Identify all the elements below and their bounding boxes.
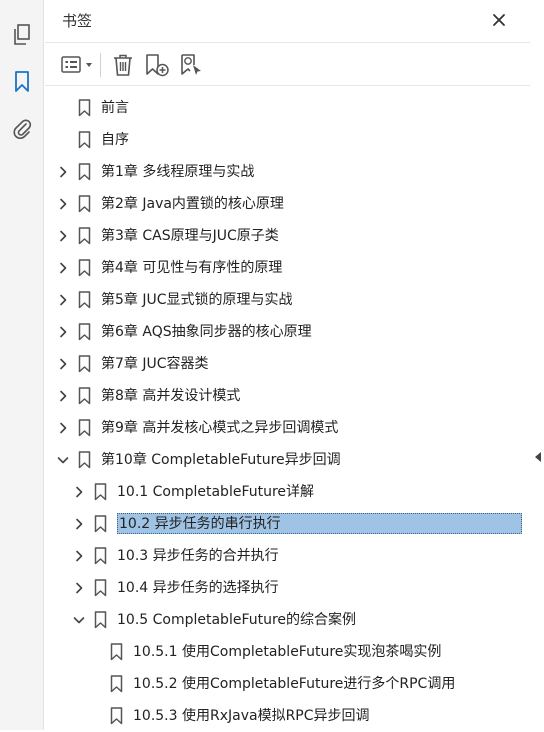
bookmark-label[interactable]: 第1章 多线程原理与实战 [101,163,254,181]
chevron-down-icon[interactable] [71,612,87,628]
chevron-right-icon[interactable] [55,260,71,276]
chevron-right-icon[interactable] [55,324,71,340]
bookmark-row[interactable]: 第7章 JUC容器类 [45,348,530,380]
new-bookmark-icon[interactable] [144,52,170,78]
bookmark-icon [109,707,123,725]
bookmark-label[interactable]: 10.5 CompletableFuture的综合案例 [117,611,356,629]
bookmark-icon [77,227,91,245]
scroll-arrow-icon[interactable] [535,452,541,462]
bookmark-row[interactable]: 10.5 CompletableFuture的综合案例 [45,604,530,636]
bookmark-icon[interactable] [10,70,34,94]
bookmark-icon [77,355,91,373]
bookmark-icon [93,515,107,533]
bookmark-row[interactable]: 10.1 CompletableFuture详解 [45,476,530,508]
bookmark-row[interactable]: 第4章 可见性与有序性的原理 [45,252,530,284]
chevron-right-icon[interactable] [71,548,87,564]
bookmark-label[interactable]: 第4章 可见性与有序性的原理 [101,259,282,277]
bookmark-label[interactable]: 10.1 CompletableFuture详解 [117,483,314,501]
bookmark-label[interactable]: 第8章 高并发设计模式 [101,387,240,405]
bookmarks-toolbar [45,42,530,86]
bookmark-row[interactable]: 第10章 CompletableFuture异步回调 [45,444,530,476]
bookmark-icon [93,611,107,629]
options-menu-icon[interactable] [61,52,95,78]
chevron-right-icon[interactable] [55,228,71,244]
bookmark-label[interactable]: 10.5.3 使用RxJava模拟RPC异步回调 [133,707,370,725]
bookmark-label[interactable]: 10.3 异步任务的合并执行 [117,547,279,565]
bookmark-icon [109,643,123,661]
bookmark-row[interactable]: 第9章 高并发核心模式之异步回调模式 [45,412,530,444]
panel-header: 书签 [45,0,530,42]
bookmark-label[interactable]: 第5章 JUC显式锁的原理与实战 [101,291,293,309]
chevron-right-icon[interactable] [55,356,71,372]
bookmark-label[interactable]: 第2章 Java内置锁的核心原理 [101,195,284,213]
bookmark-icon [109,675,123,693]
chevron-right-icon[interactable] [71,484,87,500]
bookmark-label[interactable]: 前言 [101,99,129,117]
chevron-right-icon[interactable] [55,388,71,404]
bookmark-label[interactable]: 10.5.2 使用CompletableFuture进行多个RPC调用 [133,675,455,693]
bookmark-row[interactable]: 前言 [45,92,530,124]
chevron-right-icon[interactable] [55,292,71,308]
bookmark-label[interactable]: 第9章 高并发核心模式之异步回调模式 [101,419,338,437]
chevron-down-icon[interactable] [55,452,71,468]
bookmark-icon [77,163,91,181]
toolbar-divider [100,53,101,77]
bookmark-icon [93,579,107,597]
navigation-rail [0,0,44,730]
bookmark-icon [77,451,91,469]
attachment-icon[interactable] [10,116,34,140]
chevron-right-icon[interactable] [55,196,71,212]
chevron-right-icon[interactable] [71,516,87,532]
bookmark-label[interactable]: 自序 [101,131,129,149]
bookmark-row[interactable]: 第8章 高并发设计模式 [45,380,530,412]
bookmark-row[interactable]: 10.5.3 使用RxJava模拟RPC异步回调 [45,700,530,732]
bookmark-tree: 前言自序第1章 多线程原理与实战第2章 Java内置锁的核心原理 第3章 CAS原… [45,92,530,732]
bookmark-row[interactable]: 第1章 多线程原理与实战 [45,156,530,188]
bookmark-row[interactable]: 10.3 异步任务的合并执行 [45,540,530,572]
bookmark-row[interactable]: 10.5.2 使用CompletableFuture进行多个RPC调用 [45,668,530,700]
pages-icon[interactable] [10,23,34,47]
bookmark-row[interactable]: 第6章 AQS抽象同步器的核心原理 [45,316,530,348]
chevron-right-icon[interactable] [55,420,71,436]
bookmark-icon [77,99,91,117]
bookmarks-panel: 书签 前言 自序 第1章 多线程原理与实战 第2章 Java内置锁的核心原理 第… [45,0,530,730]
bookmark-row[interactable]: 10.5.1 使用CompletableFuture实现泡茶喝实例 [45,636,530,668]
bookmark-label[interactable]: 第10章 CompletableFuture异步回调 [101,451,341,469]
bookmark-icon [77,291,91,309]
bookmark-label[interactable]: 10.5.1 使用CompletableFuture实现泡茶喝实例 [133,643,441,661]
bookmark-icon [77,419,91,437]
bookmark-row[interactable]: 第3章 CAS原理与JUC原子类 [45,220,530,252]
bookmark-row[interactable]: 10.2 异步任务的串行执行 [45,508,530,540]
close-icon[interactable] [488,9,510,31]
find-bookmark-icon[interactable] [179,52,205,78]
bookmark-icon [93,547,107,565]
chevron-right-icon[interactable] [55,164,71,180]
bookmark-label[interactable]: 10.4 异步任务的选择执行 [117,579,279,597]
bookmark-label[interactable]: 第6章 AQS抽象同步器的核心原理 [101,323,312,341]
bookmark-icon [77,259,91,277]
bookmark-row[interactable]: 第5章 JUC显式锁的原理与实战 [45,284,530,316]
bookmark-label[interactable]: 10.2 异步任务的串行执行 [117,513,522,534]
bookmark-icon [77,387,91,405]
bookmark-icon [77,323,91,341]
bookmark-label[interactable]: 第7章 JUC容器类 [101,355,209,373]
bookmark-icon [77,131,91,149]
bookmark-icon [77,195,91,213]
delete-bookmark-icon[interactable] [111,52,135,78]
bookmark-label[interactable]: 第3章 CAS原理与JUC原子类 [101,227,279,245]
bookmark-row[interactable]: 第2章 Java内置锁的核心原理 [45,188,530,220]
panel-title: 书签 [62,12,93,30]
bookmark-icon [93,483,107,501]
bookmark-row[interactable]: 自序 [45,124,530,156]
chevron-right-icon[interactable] [71,580,87,596]
bookmark-row[interactable]: 10.4 异步任务的选择执行 [45,572,530,604]
